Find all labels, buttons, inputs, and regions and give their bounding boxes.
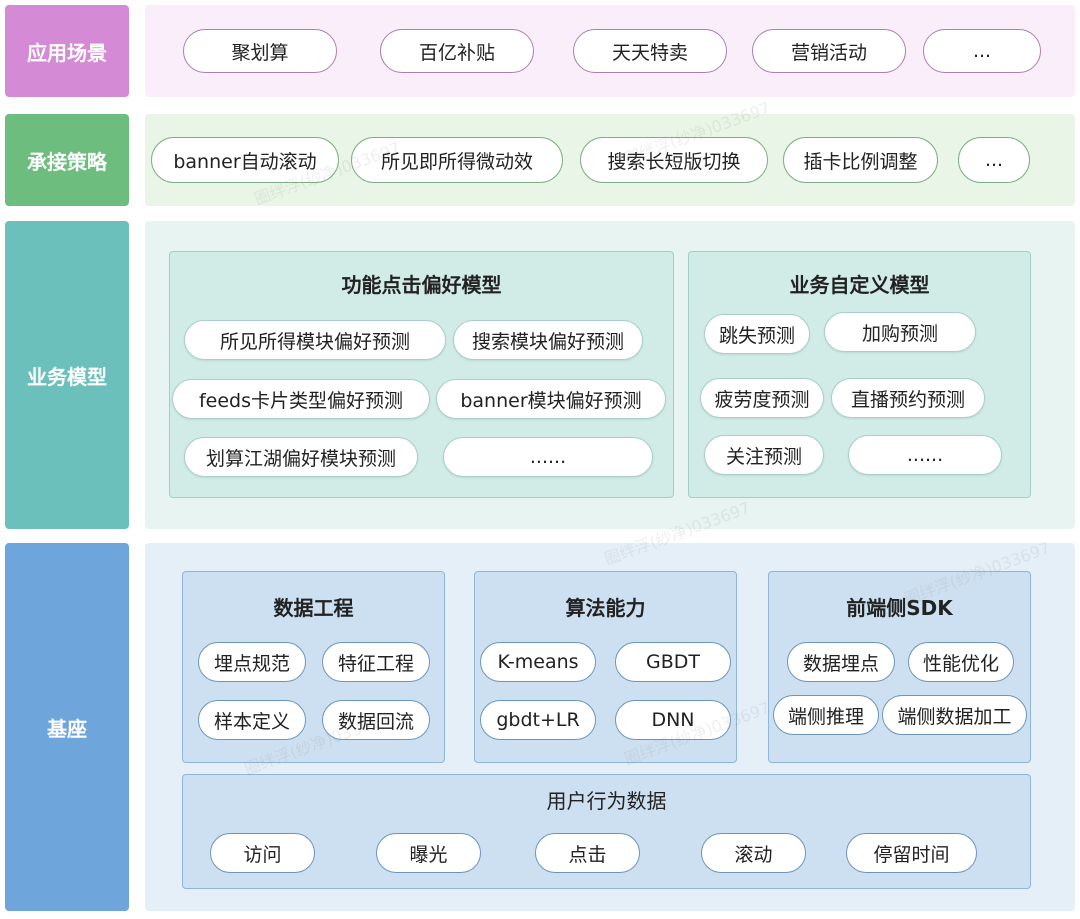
app-item-baiyibutie: 百亿补贴 [380,29,534,73]
strategy-item-card-ratio: 插卡比例调整 [783,137,938,183]
click-model-item-5: ...... [443,437,653,477]
data-eng-item-3: 数据回流 [322,700,430,740]
behavior-item-scroll: 滚动 [701,833,806,873]
strategy-item-more: ... [958,137,1030,183]
sdk-item-3: 端侧数据加工 [882,695,1027,735]
behavior-item-visit: 访问 [210,833,315,873]
behavior-item-exposure: 曝光 [376,833,481,873]
user-behavior-data-title: 用户行为数据 [546,789,667,813]
layer-label-base: 基座 [5,543,129,911]
behavior-item-dwell-time: 停留时间 [846,833,977,873]
custom-model-item-4: 关注预测 [704,435,824,475]
data-eng-item-0: 埋点规范 [198,642,306,682]
data-eng-item-2: 样本定义 [198,700,306,740]
app-item-juhuasuan: 聚划算 [183,29,337,73]
click-model-item-0: 所见所得模块偏好预测 [184,320,446,360]
click-model-item-3: banner模块偏好预测 [436,379,666,419]
custom-model-item-1: 加购预测 [824,312,976,352]
strategy-item-banner-scroll: banner自动滚动 [151,137,339,183]
app-item-more: ... [923,29,1041,73]
strategy-item-micro-animation: 所见即所得微动效 [351,137,563,183]
app-item-tiantiantemai: 天天特卖 [573,29,727,73]
layer-label-strategy: 承接策略 [5,114,129,206]
algo-item-0: K-means [480,642,596,682]
behavior-item-click: 点击 [535,833,640,873]
strategy-item-search-switch: 搜索长短版切换 [580,137,768,183]
custom-model-item-2: 疲劳度预测 [700,378,824,418]
custom-model-item-5: ...... [848,435,1002,475]
click-model-item-1: 搜索模块偏好预测 [453,320,643,360]
data-engineering-title: 数据工程 [273,596,354,620]
layer-label-business-model: 业务模型 [5,221,129,529]
layer-label-application: 应用场景 [5,5,129,97]
algorithm-title: 算法能力 [565,596,646,620]
custom-model-title: 业务自定义模型 [789,273,930,297]
click-model-item-2: feeds卡片类型偏好预测 [172,379,430,419]
sdk-item-1: 性能优化 [908,642,1014,682]
sdk-item-0: 数据埋点 [787,642,895,682]
algo-item-2: gbdt+LR [480,700,596,740]
algo-item-1: GBDT [615,642,731,682]
click-preference-model-title: 功能点击偏好模型 [341,273,502,297]
data-eng-item-1: 特征工程 [322,642,430,682]
click-model-item-4: 划算江湖偏好模块预测 [184,437,418,477]
sdk-item-2: 端侧推理 [773,695,879,735]
app-item-marketing: 营销活动 [752,29,906,73]
algo-item-3: DNN [615,700,731,740]
custom-model-item-0: 跳失预测 [704,314,810,354]
frontend-sdk-title: 前端侧SDK [846,596,953,620]
custom-model-item-3: 直播预约预测 [831,378,985,418]
